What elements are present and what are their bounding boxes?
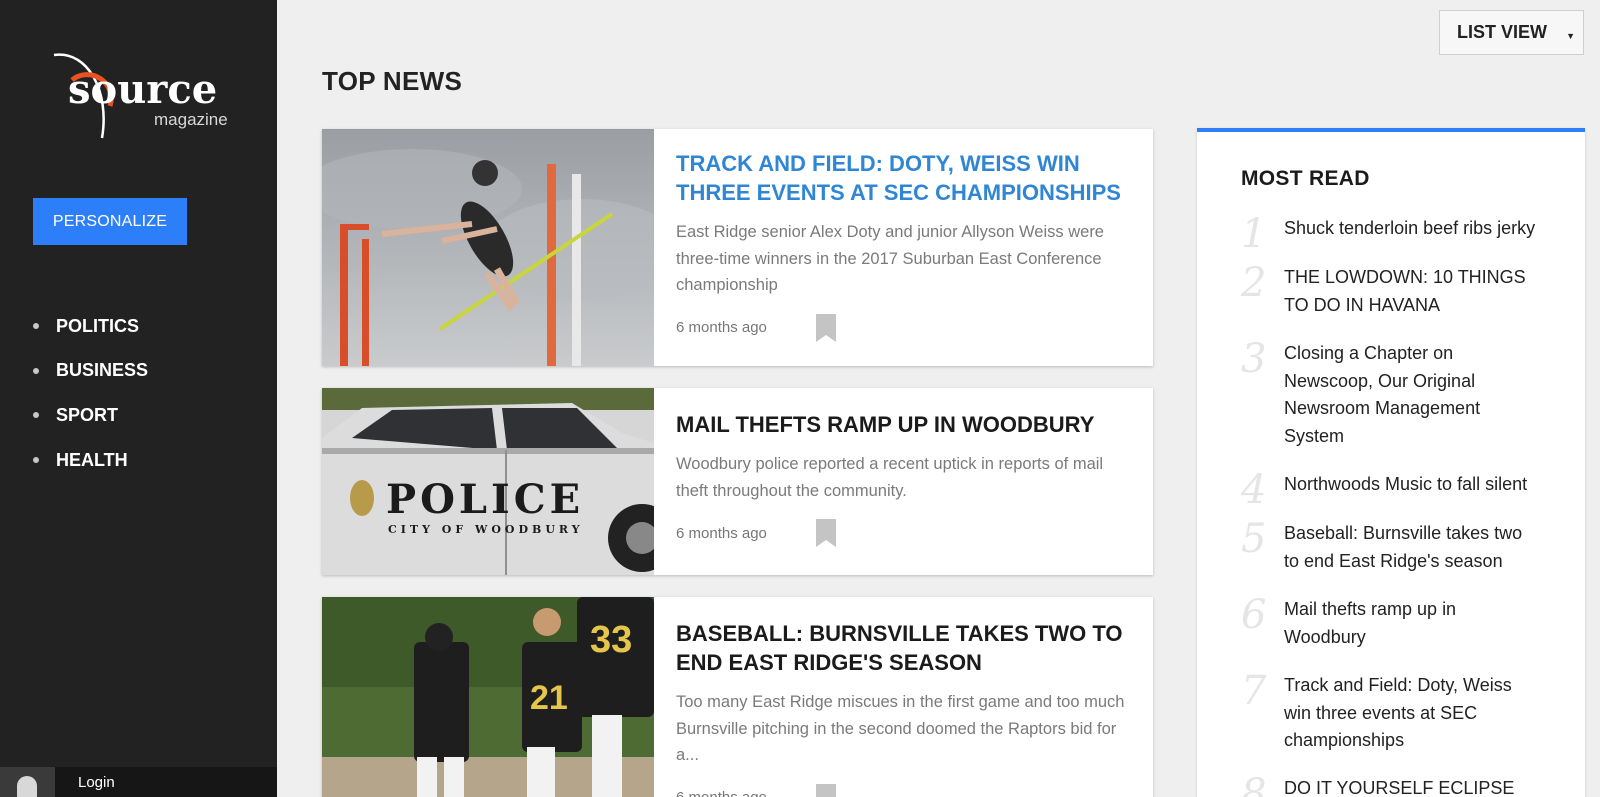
jersey-number: 21: [530, 679, 568, 717]
bullet-icon: [33, 367, 39, 374]
rank-number: 5: [1241, 516, 1267, 562]
logo-subtitle: magazine: [154, 110, 228, 129]
article-image[interactable]: POLICE CITY OF WOODBURY: [322, 388, 654, 575]
article-image[interactable]: 21 33: [322, 597, 654, 797]
article-card[interactable]: 21 33 BASEBALL: BURNSVILLE TAKES TWO TO …: [322, 597, 1153, 797]
nav-item-business[interactable]: BUSINESS: [33, 349, 148, 394]
nav-item-politics[interactable]: POLITICS: [33, 304, 148, 349]
view-mode-select[interactable]: LIST VIEW ▼: [1439, 10, 1584, 55]
login-link[interactable]: Login: [78, 774, 115, 791]
user-avatar-icon: [0, 767, 55, 797]
article-meta: 6 months ago: [676, 783, 1131, 797]
logo-wordmark: source: [68, 66, 217, 113]
most-read-link[interactable]: Track and Field: Doty, Weiss win three e…: [1284, 672, 1539, 755]
bookmark-icon[interactable]: [816, 519, 836, 547]
article-excerpt: East Ridge senior Alex Doty and junior A…: [676, 223, 1104, 294]
article-card[interactable]: TRACK AND FIELD: DOTY, WEISS WIN THREE E…: [322, 129, 1153, 366]
sidebar: source magazine PERSONALIZE POLITICS BUS…: [0, 0, 277, 797]
most-read-panel: MOST READ 1 Shuck tenderloin beef ribs j…: [1197, 128, 1585, 797]
rank-number: 4: [1241, 467, 1267, 513]
bullet-icon: [33, 323, 39, 330]
view-mode-label: LIST VIEW: [1457, 22, 1547, 42]
nav-item-label: SPORT: [56, 404, 119, 425]
section-title: TOP NEWS: [322, 66, 463, 96]
most-read-link[interactable]: THE LOWDOWN: 10 THINGS TO DO IN HAVANA: [1284, 264, 1539, 319]
caret-down-icon: ▼: [1566, 31, 1575, 41]
most-read-title: MOST READ: [1241, 167, 1370, 190]
personalize-button[interactable]: PERSONALIZE: [33, 198, 187, 245]
bullet-icon: [33, 412, 39, 419]
most-read-link[interactable]: Shuck tenderloin beef ribs jerky: [1284, 215, 1539, 243]
bookmark-icon[interactable]: [816, 313, 836, 342]
category-nav: POLITICS BUSINESS SPORT HEALTH: [33, 304, 148, 482]
police-car-sublettering: CITY OF WOODBURY: [388, 523, 584, 536]
nav-item-label: BUSINESS: [56, 360, 149, 381]
bullet-icon: [33, 457, 39, 464]
most-read-link[interactable]: Baseball: Burnsville takes two to end Ea…: [1284, 520, 1539, 575]
source-magazine-logo[interactable]: source magazine: [48, 52, 238, 144]
article-meta: 6 months ago: [676, 313, 1131, 343]
article-meta: 6 months ago: [676, 518, 1131, 548]
article-card[interactable]: POLICE CITY OF WOODBURY MAIL THEFTS RAMP…: [322, 388, 1153, 575]
rank-number: 7: [1241, 668, 1267, 714]
article-excerpt: Too many East Ridge miscues in the first…: [676, 693, 1125, 764]
rank-number: 6: [1241, 592, 1267, 638]
article-title[interactable]: BASEBALL: BURNSVILLE TAKES TWO TO END EA…: [676, 619, 1131, 677]
rank-number: 2: [1241, 260, 1267, 306]
article-excerpt: Woodbury police reported a recent uptick…: [676, 455, 1104, 500]
most-read-link[interactable]: Northwoods Music to fall silent: [1284, 471, 1539, 499]
nav-item-sport[interactable]: SPORT: [33, 393, 148, 438]
most-read-link[interactable]: Closing a Chapter on Newscoop, Our Origi…: [1284, 340, 1539, 450]
login-bar[interactable]: Login: [0, 767, 277, 797]
most-read-link[interactable]: Mail thefts ramp up in Woodbury: [1284, 596, 1539, 651]
rank-number: 8: [1241, 771, 1267, 797]
jersey-number: 33: [590, 619, 632, 661]
nav-item-label: HEALTH: [56, 449, 128, 470]
article-time: 6 months ago: [676, 789, 816, 797]
rank-number: 3: [1241, 336, 1267, 382]
rank-number: 1: [1241, 211, 1267, 257]
article-image[interactable]: [322, 129, 654, 366]
police-car-lettering: POLICE: [386, 476, 584, 523]
bookmark-icon[interactable]: [816, 783, 836, 797]
nav-item-label: POLITICS: [56, 315, 140, 336]
nav-item-health[interactable]: HEALTH: [33, 438, 148, 483]
most-read-link[interactable]: DO IT YOURSELF ECLIPSE: [1284, 775, 1539, 797]
article-time: 6 months ago: [676, 524, 767, 542]
article-time: 6 months ago: [676, 319, 767, 336]
article-title[interactable]: TRACK AND FIELD: DOTY, WEISS WIN THREE E…: [676, 149, 1131, 207]
article-title[interactable]: MAIL THEFTS RAMP UP IN WOODBURY: [676, 410, 1131, 439]
